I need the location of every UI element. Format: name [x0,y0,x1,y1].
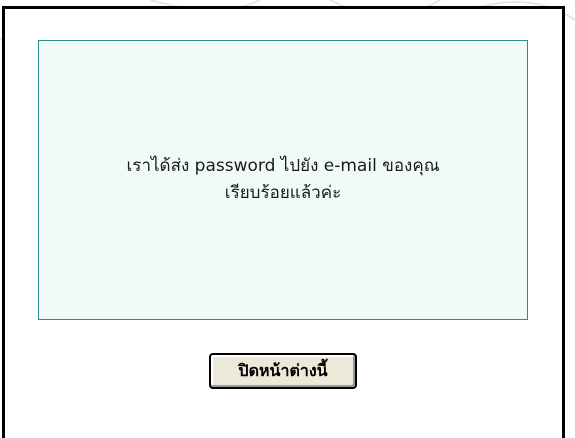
message-text-line-1: เราได้ส่ง password ไปยัง e-mail ของคุณ [126,156,440,176]
dialog-window: เราได้ส่ง password ไปยัง e-mail ของคุณ เ… [2,6,565,438]
close-window-button[interactable]: ปิดหน้าต่างนี้ [209,353,357,389]
message-text-line-2: เรียบร้อยแล้วค่ะ [224,183,342,203]
message-panel: เราได้ส่ง password ไปยัง e-mail ของคุณ เ… [38,40,528,320]
